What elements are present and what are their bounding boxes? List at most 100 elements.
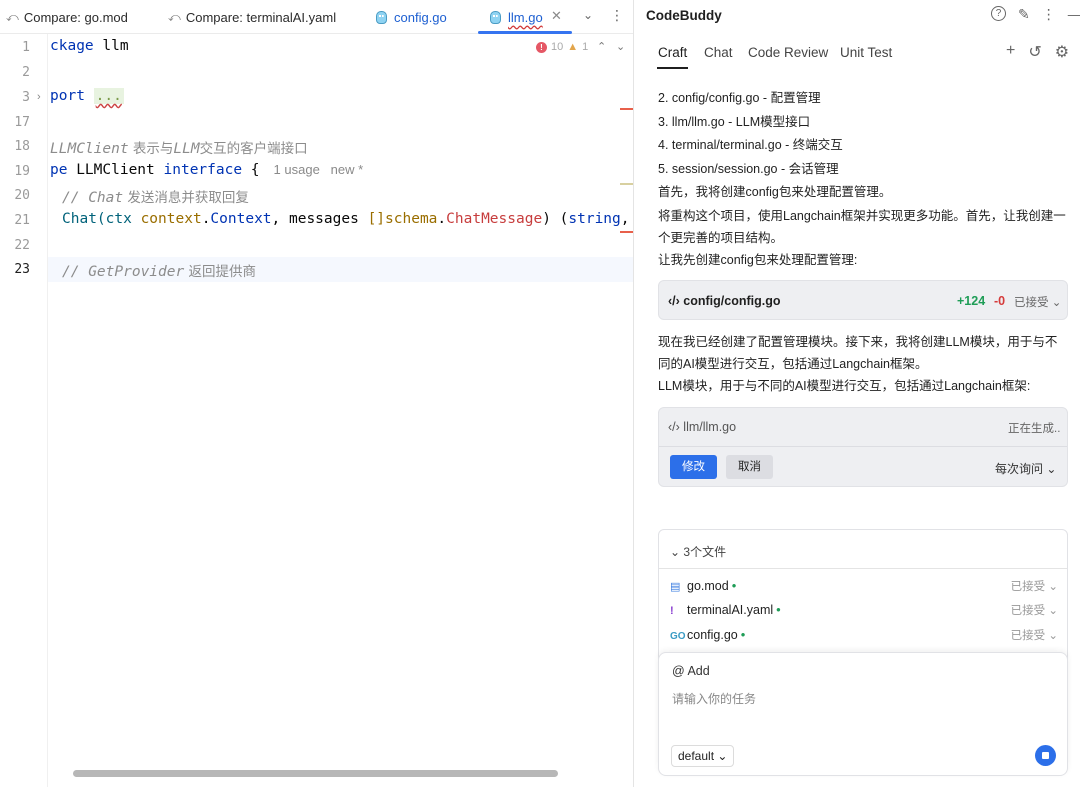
code-token: LLMClient — [67, 162, 164, 178]
plus-icon[interactable]: + — [1006, 42, 1015, 62]
tab-config-go[interactable]: config.go — [376, 0, 447, 34]
tab-unit-test[interactable]: Unit Test — [840, 45, 892, 60]
code-token: // GetProvider — [62, 264, 185, 280]
file-row[interactable]: GOconfig.go • 已接受 ⌄ — [670, 627, 1058, 647]
cancel-button[interactable]: 取消 — [726, 455, 773, 479]
usage-hint[interactable]: 1 usage new * — [274, 162, 364, 177]
go-file-icon — [490, 10, 501, 24]
history-icon[interactable]: ↺ — [1028, 42, 1041, 62]
go-file-icon — [376, 10, 387, 24]
code-token: LLM — [173, 141, 200, 157]
modified-dot: • — [731, 578, 737, 593]
gear-icon[interactable]: ⚙ — [1055, 42, 1069, 62]
lines-removed: -0 — [994, 294, 1006, 308]
chevron-down-icon[interactable]: ⌄ — [616, 40, 625, 53]
line-number: 17 — [14, 115, 30, 130]
changed-files-list: ⌄ 3个文件 ▤ go.mod • 已接受 ⌄ ! terminalAI.yaml • … — [658, 529, 1068, 669]
divider — [659, 568, 1067, 569]
files-count: 3个文件 — [683, 545, 727, 559]
task-input[interactable]: 请输入你的任务 — [672, 690, 756, 707]
tab-code-review[interactable]: Code Review — [748, 45, 828, 60]
tab-compare-terminalai-yaml[interactable]: ⤺ Compare: terminalAI.yaml — [168, 0, 336, 34]
code-line-3[interactable]: port ... — [50, 88, 124, 104]
codebuddy-panel: CodeBuddy ? ✎ ⋮ — Craft Chat Code Review… — [634, 0, 1080, 787]
error-stripe-mark[interactable] — [620, 108, 633, 110]
code-token: ChatMessage — [446, 211, 543, 227]
file-change-card[interactable]: ‹/› config/config.go +124 -0 已接受 ⌄ — [658, 280, 1068, 320]
line-number: 20 — [14, 188, 30, 203]
message-line: 让我先创建config包来处理配置管理: — [658, 253, 858, 267]
accepted-status[interactable]: 已接受 ⌄ — [1011, 578, 1058, 594]
error-stripe-mark[interactable] — [620, 231, 633, 233]
error-icon: ! — [536, 41, 547, 53]
file-change-name: ‹/› llm/llm.go — [668, 420, 736, 434]
task-input-box: @ Add 请输入你的任务 default ⌄ — [658, 652, 1068, 776]
help-icon[interactable]: ? — [991, 6, 1006, 21]
line-number: 22 — [14, 238, 30, 253]
more-vertical-icon[interactable]: ⋮ — [610, 7, 624, 24]
model-selector[interactable]: default ⌄ — [671, 745, 735, 767]
accepted-status[interactable]: 已接受 ⌄ — [1014, 294, 1061, 310]
close-icon[interactable]: ✕ — [551, 8, 562, 24]
stop-generation-button[interactable] — [1035, 745, 1056, 766]
code-line-19[interactable]: pe LLMClient interface {1 usage new * — [50, 162, 363, 178]
message-line: 5. session/session.go - 会话管理 — [658, 162, 839, 176]
add-context-button[interactable]: @ Add — [672, 664, 710, 678]
tab-craft[interactable]: Craft — [658, 45, 687, 60]
chevron-down-icon: ⌄ — [670, 545, 681, 559]
more-vertical-icon[interactable]: ⋮ — [1042, 6, 1056, 23]
warning-count: 1 — [582, 41, 589, 53]
edit-icon[interactable]: ✎ — [1018, 6, 1030, 23]
line-number: 19 — [14, 164, 30, 179]
accepted-status[interactable]: 已接受 ⌄ — [1011, 627, 1058, 643]
tab-llm-go[interactable]: llm.go — [490, 0, 543, 34]
minimize-icon[interactable]: — — [1068, 6, 1080, 23]
code-token: , e — [620, 211, 630, 227]
code-line-20[interactable]: // Chat 发送消息并获取回复 — [62, 186, 249, 206]
code-line-18[interactable]: LLMClient 表示与LLM交互的客户端接口 — [50, 137, 308, 157]
code-line-23[interactable]: // GetProvider 返回提供商 — [62, 260, 256, 280]
file-icon: ▤ — [670, 581, 681, 593]
compare-icon: ⤺ — [6, 9, 19, 24]
yaml-icon: ! — [670, 605, 674, 617]
code-token: [] — [367, 211, 386, 227]
approval-mode-dropdown[interactable]: 每次询问 ⌄ — [995, 460, 1056, 477]
code-line-21[interactable]: Chat(ctx context. Context, messages []sch… — [62, 211, 633, 227]
code-token: , messages — [271, 211, 368, 227]
tab-compare-go-mod[interactable]: ⤺ Compare: go.mod — [6, 0, 128, 34]
problems-indicator[interactable]: ! 10 ▲ 1 — [536, 41, 588, 53]
files-header[interactable]: ⌄ 3个文件 — [670, 543, 726, 560]
horizontal-scrollbar[interactable] — [73, 770, 558, 777]
file-row[interactable]: ▤ go.mod • 已接受 ⌄ — [670, 578, 1058, 598]
line-number: 3 — [22, 90, 30, 105]
code-token: LLMClient — [50, 141, 129, 157]
panel-header-actions: ? ✎ ⋮ — — [991, 6, 1080, 23]
tab-label: Compare: terminalAI.yaml — [185, 9, 337, 25]
generating-file-card: ‹/› llm/llm.go 正在生成.. 修改 取消 每次询问 ⌄ — [658, 407, 1068, 487]
status-label: 已接受 — [1010, 605, 1046, 617]
panel-tabs: Craft Chat Code Review Unit Test + ↺ ⚙ — [634, 36, 1080, 70]
file-name: config/config.go — [683, 294, 781, 308]
line-number-gutter: 1 2 3 › 17 18 19 20 21 22 23 — [0, 34, 48, 787]
code-token: ckage — [50, 38, 94, 54]
modify-button[interactable]: 修改 — [670, 455, 717, 479]
accepted-status[interactable]: 已接受 ⌄ — [1011, 602, 1058, 618]
file-row[interactable]: ! terminalAI.yaml • 已接受 ⌄ — [670, 602, 1058, 622]
folded-imports[interactable]: ... — [93, 88, 124, 104]
code-line-1[interactable]: ckage llm — [50, 38, 129, 54]
line-number: 2 — [22, 65, 30, 80]
file-name: llm/llm.go — [683, 420, 737, 434]
code-token: 表示与 — [128, 141, 174, 157]
code-token: Context — [210, 211, 272, 227]
tab-chat[interactable]: Chat — [704, 45, 733, 60]
tab-label: Compare: go.mod — [23, 9, 128, 25]
code-token: llm — [93, 38, 129, 54]
chevron-down-icon[interactable]: ⌄ — [583, 8, 593, 22]
warning-stripe-mark[interactable] — [620, 183, 633, 185]
message-paragraph: 现在我已经创建了配置管理模块。接下来，我将创建LLM模块，用于与不同的AI模型进… — [658, 335, 1058, 371]
code-token: schema — [385, 211, 438, 227]
message-paragraph: 将重构这个项目，使用Langchain框架并实现更多功能。首先，让我创建一个更完… — [658, 209, 1066, 245]
code-token: ) ( — [542, 211, 569, 227]
chevron-up-icon[interactable]: ⌃ — [597, 40, 606, 53]
fold-chevron-icon[interactable]: › — [37, 91, 41, 103]
